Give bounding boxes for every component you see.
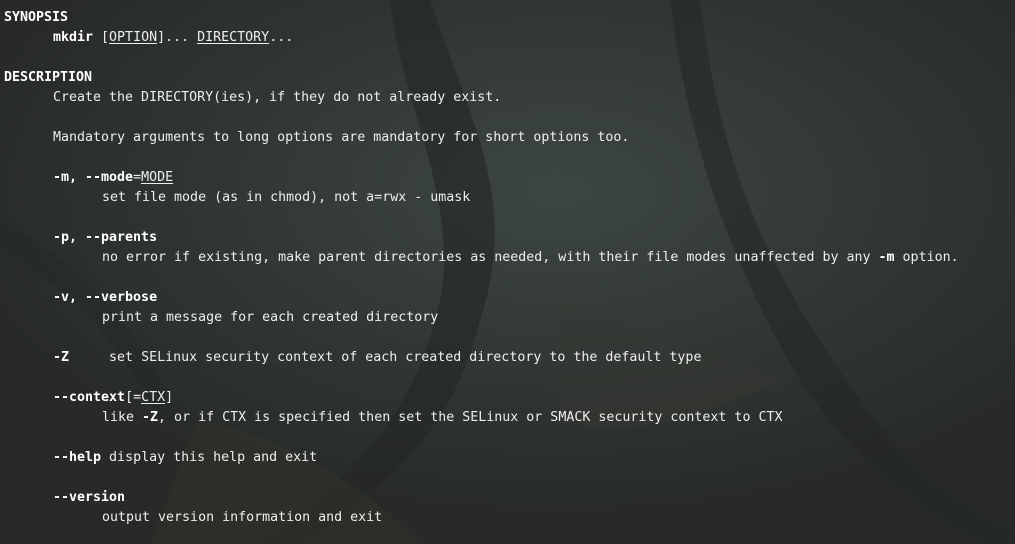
description-intro: Create the DIRECTORY(ies), if they do no…	[53, 90, 502, 105]
option-parents-desc-text: option.	[894, 250, 959, 265]
option-context-bracket: [=	[125, 390, 142, 405]
synopsis-ellipsis: ...	[269, 30, 294, 45]
option-selinux-description: set SELinux security context of each cre…	[109, 350, 702, 365]
option-context-arg: CTX	[141, 390, 166, 405]
synopsis-heading: SYNOPSIS	[4, 10, 69, 25]
option-mode-description: set file mode (as in chmod), not a=rwx -…	[102, 190, 471, 205]
option-parents-flag: -p, --parents	[53, 230, 158, 245]
option-verbose-flag: -v, --verbose	[53, 290, 158, 305]
option-mode-arg: MODE	[141, 170, 174, 185]
option-help-line: --help display this help and exit	[53, 448, 317, 468]
option-context-desc-text: , or if CTX is specified then set the SE…	[158, 410, 783, 425]
option-context-name: --context	[53, 390, 126, 405]
synopsis-command: mkdir	[53, 30, 94, 45]
option-mode-name: -m, --mode	[53, 170, 134, 185]
terminal-window[interactable]: SYNOPSIS mkdir [OPTION]... DIRECTORY... …	[0, 0, 1015, 544]
option-selinux-flag: -Z	[53, 350, 70, 365]
synopsis-separator: ]...	[157, 30, 198, 45]
option-context-flag: --context[=CTX]	[53, 388, 173, 408]
option-mode-equals: =	[133, 170, 142, 185]
option-context-description: like -Z, or if CTX is specified then set…	[102, 408, 782, 428]
option-help-flag: --help	[53, 450, 102, 465]
option-selinux-gap	[69, 350, 109, 365]
option-mode-flag: -m, --mode=MODE	[53, 168, 173, 188]
option-version-description: output version information and exit	[102, 510, 383, 525]
option-context-desc-text: like	[102, 410, 143, 425]
option-help-description: display this help and exit	[101, 450, 318, 465]
synopsis-option-arg: OPTION	[109, 30, 158, 45]
option-context-bracket: ]	[165, 390, 174, 405]
option-selinux-line: -Z set SELinux security context of each …	[53, 348, 701, 368]
mandatory-arguments-note: Mandatory arguments to long options are …	[53, 130, 630, 145]
option-parents-description: no error if existing, make parent direct…	[102, 248, 959, 268]
description-heading: DESCRIPTION	[4, 70, 93, 85]
option-parents-desc-text: no error if existing, make parent direct…	[102, 250, 879, 265]
option-context-desc-flag: -Z	[142, 410, 159, 425]
synopsis-separator: [	[93, 30, 110, 45]
synopsis-line: mkdir [OPTION]... DIRECTORY...	[53, 28, 293, 48]
option-verbose-description: print a message for each created directo…	[102, 310, 439, 325]
option-version-flag: --version	[53, 490, 126, 505]
synopsis-directory-arg: DIRECTORY	[197, 30, 270, 45]
option-parents-desc-flag: -m	[878, 250, 895, 265]
